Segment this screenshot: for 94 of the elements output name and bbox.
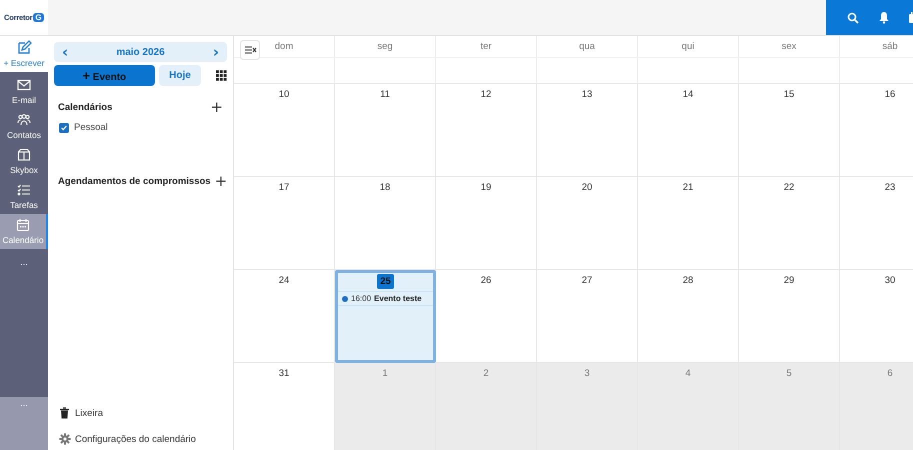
day-cell[interactable]: 3: [537, 363, 638, 450]
all-day-cell[interactable]: [436, 58, 537, 84]
event-title[interactable]: Evento teste: [374, 294, 422, 303]
day-number: 2: [482, 367, 490, 381]
weekday-label: sáb: [882, 41, 898, 52]
day-number: 24: [278, 274, 290, 288]
bell-icon[interactable]: [878, 11, 890, 24]
day-cell[interactable]: 23: [840, 177, 913, 270]
all-day-cell[interactable]: [335, 58, 436, 84]
day-number: 31: [278, 367, 290, 381]
day-number: 17: [278, 181, 290, 195]
weekday-label: dom: [274, 41, 294, 52]
search-icon[interactable]: [847, 12, 859, 24]
weekday-label: seg: [377, 41, 393, 52]
checkbox[interactable]: [59, 122, 69, 132]
day-number: 19: [480, 181, 492, 195]
day-number: 21: [682, 181, 694, 195]
month-label: maio 2026: [116, 46, 165, 58]
nav-item[interactable]: Contatos: [0, 109, 48, 144]
gear-icon[interactable]: [59, 433, 71, 445]
nav-item[interactable]: Skybox: [0, 144, 48, 179]
day-cell[interactable]: 6: [840, 363, 913, 450]
compose-button[interactable]: + Escrever: [0, 36, 48, 72]
day-cell[interactable]: 21: [638, 177, 739, 270]
calendar-name: Pessoal: [74, 122, 108, 133]
day-cell[interactable]: 22: [739, 177, 840, 270]
day-cell[interactable]: 14: [638, 84, 739, 177]
day-number: 18: [378, 181, 392, 195]
day-number: 25: [377, 274, 394, 289]
collapse-sidebar-icon[interactable]: [240, 40, 260, 60]
weekday-label: qui: [682, 41, 694, 52]
add-button[interactable]: +: [206, 100, 227, 114]
next-month-button[interactable]: ›: [210, 44, 221, 60]
more-button[interactable]: ...: [0, 249, 48, 267]
add-button[interactable]: +: [210, 174, 232, 188]
nav-item[interactable]: E-mail: [0, 74, 48, 109]
day-cell[interactable]: 2: [436, 363, 537, 450]
day-number: 30: [884, 274, 896, 288]
day-number: 28: [682, 274, 694, 288]
day-number: 12: [480, 88, 492, 102]
day-number: 23: [884, 181, 896, 195]
day-cell[interactable]: 5: [739, 363, 840, 450]
day-cell[interactable]: 17: [234, 177, 335, 270]
grid-icon[interactable]: [216, 70, 227, 81]
day-cell[interactable]: 15: [739, 84, 840, 177]
day-number: 29: [782, 274, 796, 288]
mail-icon: [17, 78, 31, 92]
box-icon: [17, 148, 31, 162]
day-number: 4: [684, 367, 692, 381]
day-number: 14: [682, 88, 694, 102]
day-cell[interactable]: 4: [638, 363, 739, 450]
day-number: 16: [884, 88, 896, 102]
day-number: 22: [782, 181, 796, 195]
compose-icon: [16, 40, 32, 56]
day-cell[interactable]: 12: [436, 84, 537, 177]
day-cell[interactable]: 11: [335, 84, 436, 177]
day-cell[interactable]: 10: [234, 84, 335, 177]
today-button[interactable]: Hoje: [158, 65, 202, 86]
day-cell[interactable]: 20: [537, 177, 638, 270]
day-cell[interactable]: 25 16:00 Evento teste: [335, 270, 436, 363]
day-number: 15: [782, 88, 796, 102]
event-time: 16:00: [351, 294, 372, 303]
weekday-label: sex: [782, 41, 796, 52]
section-heading: Agendamentos de compromissos: [58, 176, 211, 186]
day-cell[interactable]: 13: [537, 84, 638, 177]
all-day-cell[interactable]: [234, 58, 335, 84]
day-number: 13: [580, 88, 594, 102]
day-number: 3: [583, 367, 591, 381]
section-heading: Calendários: [58, 102, 112, 112]
day-number: 26: [480, 274, 492, 288]
day-number: 11: [379, 88, 391, 102]
day-cell[interactable]: 19: [436, 177, 537, 270]
trash-icon[interactable]: [59, 407, 71, 419]
new-event-button[interactable]: + Evento: [54, 65, 155, 86]
day-number: 1: [381, 367, 389, 381]
weekday-label: qua: [579, 41, 595, 52]
previous-month-button[interactable]: ‹: [60, 44, 70, 60]
all-day-cell[interactable]: [638, 58, 739, 84]
day-cell[interactable]: 1: [335, 363, 436, 450]
weekday-label: ter: [480, 41, 492, 52]
all-day-cell[interactable]: [739, 58, 840, 84]
menu-link[interactable]: Lixeira: [75, 408, 103, 418]
checklist-icon: [17, 183, 31, 197]
all-day-cell[interactable]: [537, 58, 638, 84]
day-number: 27: [580, 274, 594, 288]
day-number: 5: [785, 367, 793, 381]
logo-mark: G: [33, 13, 44, 22]
day-number: 20: [580, 181, 594, 195]
people-icon: [17, 113, 31, 127]
day-number: 6: [886, 367, 894, 381]
nav-item[interactable]: Tarefas: [0, 179, 48, 214]
day-cell[interactable]: 16: [840, 84, 913, 177]
day-number: 10: [278, 88, 290, 102]
menu-link[interactable]: Configurações do calendário: [75, 434, 196, 444]
